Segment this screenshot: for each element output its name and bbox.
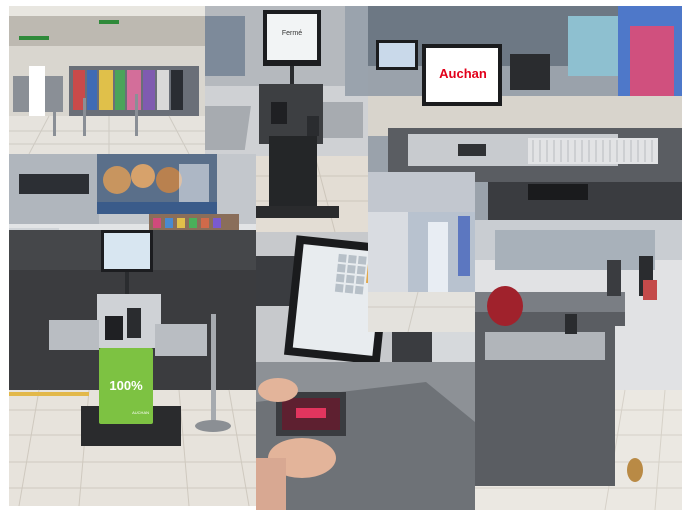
photo-checkout-lanes xyxy=(475,220,682,510)
photo-kiosk-green-bag: 100% AUCHAN xyxy=(9,230,256,506)
auchan-logo-text: Auchan xyxy=(439,66,487,81)
photo-store-entrance xyxy=(368,172,475,332)
checkout-lanes-scene xyxy=(475,220,682,510)
green-bag: 100% AUCHAN xyxy=(99,348,153,424)
kiosk-screen-text: Fermé xyxy=(281,30,303,37)
photo-store-aisle xyxy=(9,6,205,154)
store-entrance-scene xyxy=(368,172,475,332)
store-aisle-scene xyxy=(9,6,205,154)
bag-label-text: 100% xyxy=(109,378,143,393)
bag-small-text: AUCHAN xyxy=(132,410,149,415)
